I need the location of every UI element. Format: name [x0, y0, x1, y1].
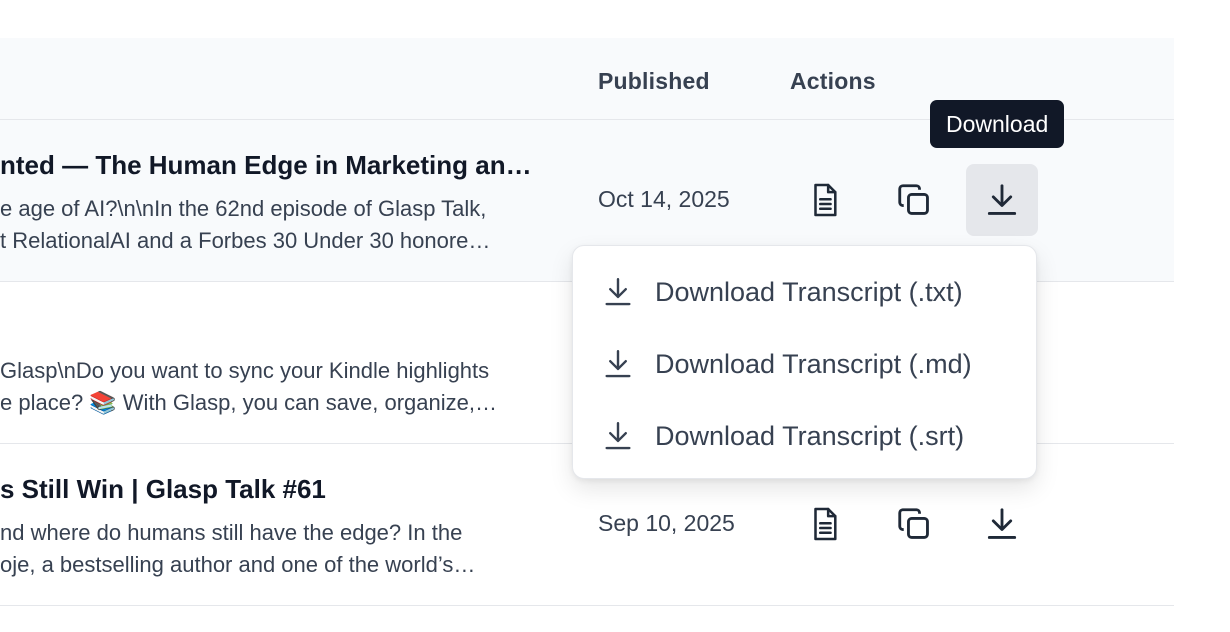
document-icon: [814, 507, 837, 541]
menu-item-download-md[interactable]: Download Transcript (.md): [573, 328, 1036, 400]
copy-button[interactable]: [878, 164, 950, 236]
download-menu: Download Transcript (.txt) Download Tran…: [572, 245, 1037, 479]
episode-description-line: e place? 📚 With Glasp, you can save, org…: [0, 390, 497, 415]
episode-description-line: t RelationalAI and a Forbes 30 Under 30 …: [0, 228, 491, 253]
episode-title[interactable]: nted — The Human Edge in Marketing an…: [0, 150, 560, 181]
download-icon: [605, 278, 631, 306]
episode-description-line: oje, a bestselling author and one of the…: [0, 552, 476, 577]
published-date: Sep 10, 2025: [598, 510, 735, 536]
menu-item-label: Download Transcript (.md): [655, 348, 972, 379]
episode-title[interactable]: s Still Win | Glasp Talk #61: [0, 474, 560, 505]
download-icon: [987, 508, 1017, 539]
document-icon: [814, 183, 837, 217]
menu-item-label: Download Transcript (.txt): [655, 276, 963, 307]
download-icon: [987, 184, 1017, 215]
view-transcript-button[interactable]: [789, 488, 861, 560]
menu-item-label: Download Transcript (.srt): [655, 420, 965, 451]
episode-description-line: e age of AI?\n\nIn the 62nd episode of G…: [0, 196, 487, 221]
view-transcript-button[interactable]: [789, 164, 861, 236]
download-button[interactable]: [966, 164, 1038, 236]
menu-item-download-srt[interactable]: Download Transcript (.srt): [573, 400, 1036, 472]
download-tooltip: Download: [930, 100, 1065, 148]
copy-icon: [898, 184, 929, 215]
copy-button[interactable]: [878, 488, 950, 560]
episode-description-line: Glasp\nDo you want to sync your Kindle h…: [0, 358, 490, 383]
download-icon: [605, 422, 631, 450]
download-button[interactable]: [966, 488, 1038, 560]
published-date: Oct 14, 2025: [598, 186, 730, 212]
menu-item-download-txt[interactable]: Download Transcript (.txt): [573, 256, 1036, 328]
header-actions: Actions: [790, 68, 876, 94]
header-published: Published: [598, 68, 710, 94]
copy-icon: [898, 508, 929, 539]
episode-description-line: nd where do humans still have the edge? …: [0, 520, 463, 545]
download-icon: [605, 350, 631, 378]
